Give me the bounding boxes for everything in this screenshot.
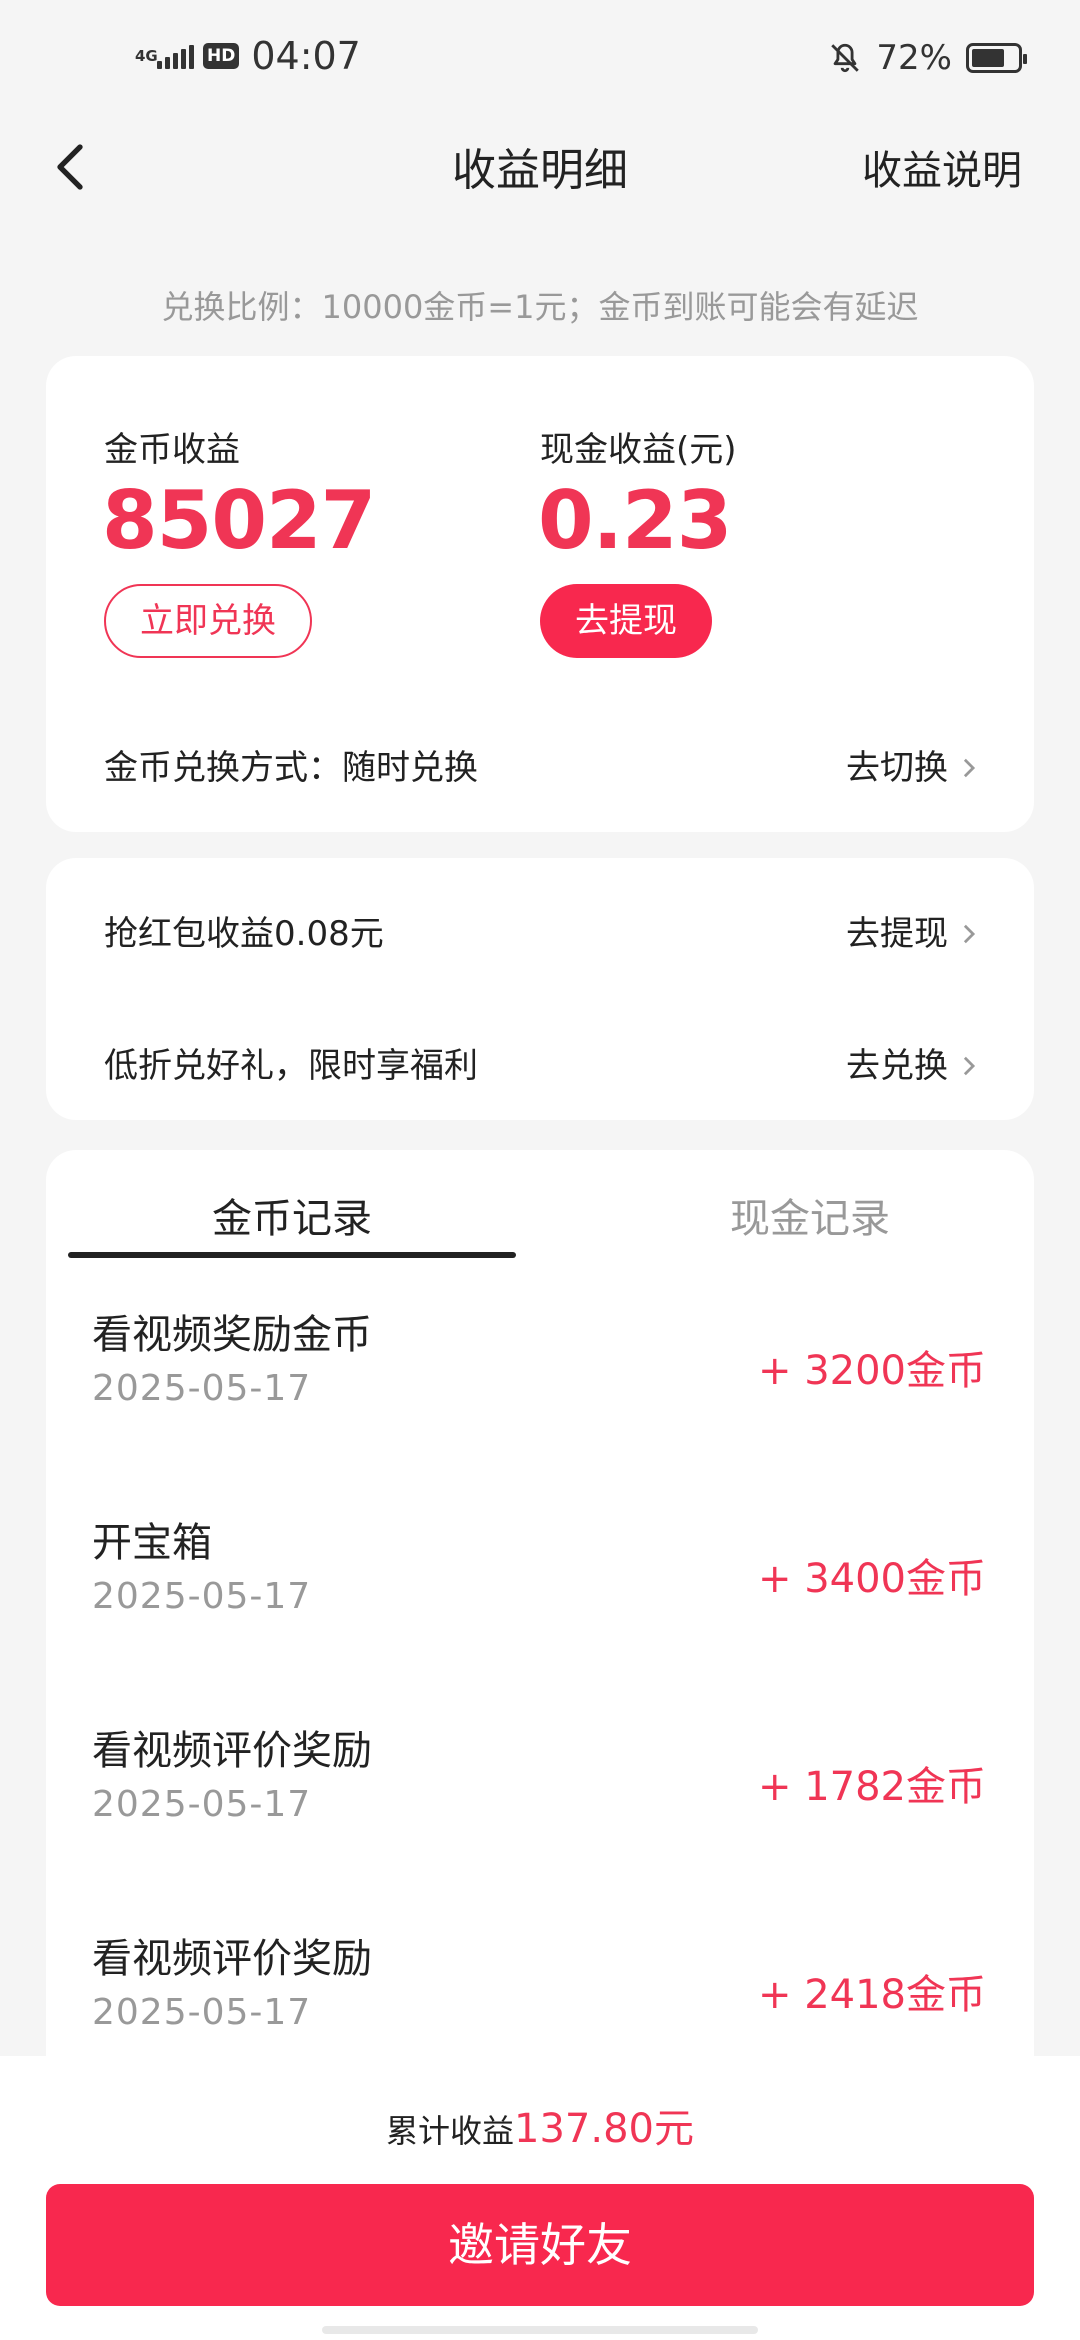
coin-earnings-label: 金币收益 [104,430,240,470]
record-title: 看视频评价奖励 [92,1936,372,1982]
record-amount: + 1782金币 [757,1764,986,1810]
cumulative-earnings: 累计收益137.80元 [0,2096,1080,2154]
promo-row[interactable]: 抢红包收益0.08元 去提现 [104,904,976,964]
exchange-now-button[interactable]: 立即兑换 [104,584,312,658]
tab-coin-records[interactable]: 金币记录 [68,1186,516,1244]
list-item: 看视频奖励金币 2025-05-17 + 3200金币 [92,1302,986,1442]
exchange-mode-label: 金币兑换方式：随时兑换 [104,748,478,788]
invite-friends-button[interactable]: 邀请好友 [46,2184,1034,2306]
promo-action-label: 去提现 [846,914,948,954]
coin-earnings-value: 85027 [102,474,376,567]
promo-label: 抢红包收益0.08元 [104,914,384,954]
chevron-right-icon [963,924,976,944]
promo-action[interactable]: 去兑换 [846,1036,976,1096]
bottom-bar: 累计收益137.80元 邀请好友 [0,2056,1080,2340]
status-time: 04:07 [251,34,361,78]
list-item: 看视频评价奖励 2025-05-17 + 1782金币 [92,1718,986,1858]
signal-icon [157,43,197,69]
record-date: 2025-05-17 [92,1992,312,2033]
promo-card: 抢红包收益0.08元 去提现 低折兑好礼，限时享福利 去兑换 [46,858,1034,1120]
record-date: 2025-05-17 [92,1576,312,1617]
status-right: 72% [828,38,1027,78]
list-item: 开宝箱 2025-05-17 + 3400金币 [92,1510,986,1650]
earnings-card: 金币收益 85027 立即兑换 现金收益(元) 0.23 去提现 金币兑换方式：… [46,356,1034,832]
battery-percent: 72% [876,38,952,78]
status-bar: 4G HD 04:07 72% [0,0,1080,120]
tab-cash-records[interactable]: 现金记录 [586,1186,1034,1244]
switch-mode-label: 去切换 [846,748,948,788]
cash-earnings-label: 现金收益(元) [540,430,737,470]
record-amount: + 3400金币 [757,1556,986,1602]
chevron-right-icon [963,758,976,778]
battery-icon [966,43,1027,73]
exchange-mode-row[interactable]: 金币兑换方式：随时兑换 去切换 [104,738,976,798]
exchange-ratio-note: 兑换比例：10000金币=1元；金币到账可能会有延迟 [161,288,919,326]
hd-badge: HD [203,43,240,69]
nav-bar: 收益明细 收益说明 [0,120,1080,210]
promo-row[interactable]: 低折兑好礼，限时享福利 去兑换 [104,1036,976,1096]
record-date: 2025-05-17 [92,1784,312,1825]
record-title: 看视频奖励金币 [92,1312,372,1358]
network-type: 4G [135,46,158,65]
earnings-explanation-link[interactable]: 收益说明 [862,138,1022,196]
withdraw-button[interactable]: 去提现 [540,584,712,658]
bell-off-icon [831,43,860,73]
switch-mode-action[interactable]: 去切换 [846,738,976,798]
list-item: 看视频评价奖励 2025-05-17 + 2418金币 [92,1926,986,2066]
total-amount: 137.80元 [514,2106,694,2152]
battery-level [972,49,1004,67]
record-amount: + 2418金币 [757,1972,986,2018]
record-title: 开宝箱 [92,1520,212,1566]
active-tab-indicator [68,1252,516,1258]
total-label: 累计收益 [386,2112,515,2150]
record-date: 2025-05-17 [92,1368,312,1409]
promo-action-label: 去兑换 [846,1046,948,1086]
record-title: 看视频评价奖励 [92,1728,372,1774]
promo-label: 低折兑好礼，限时享福利 [104,1046,478,1086]
promo-action[interactable]: 去提现 [846,904,976,964]
chevron-right-icon [963,1056,976,1076]
records-card: 金币记录 现金记录 看视频奖励金币 2025-05-17 + 3200金币 开宝… [46,1150,1034,2150]
cash-earnings-value: 0.23 [538,474,732,567]
record-amount: + 3200金币 [757,1348,986,1394]
status-left: 4G HD 04:07 [135,34,361,78]
home-indicator[interactable] [322,2326,758,2334]
